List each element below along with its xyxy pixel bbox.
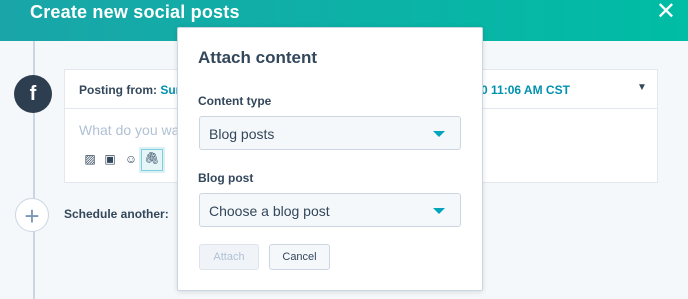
add-post-button[interactable]: + xyxy=(15,198,49,232)
chevron-down-icon[interactable]: ▼ xyxy=(637,82,647,93)
attach-content-modal: Attach content Content type Blog posts B… xyxy=(177,27,483,291)
content-type-label: Content type xyxy=(198,94,272,108)
video-icon[interactable]: ▣ xyxy=(102,151,118,167)
modal-title: Attach content xyxy=(198,48,317,67)
dropdown-arrow-icon xyxy=(433,208,445,214)
blog-post-placeholder: Choose a blog post xyxy=(209,203,330,219)
paperclip-icon[interactable]: 🖇 xyxy=(141,149,163,171)
content-type-value: Blog posts xyxy=(209,126,275,142)
emoji-icon[interactable]: ☺ xyxy=(123,151,139,167)
attach-button[interactable]: Attach xyxy=(199,244,259,270)
blog-post-select[interactable]: Choose a blog post xyxy=(199,193,461,227)
schedule-another-label: Schedule another: xyxy=(64,207,169,221)
post-text-input[interactable]: What do you wa xyxy=(79,122,179,138)
schedule-time[interactable]: 0 11:06 AM CST xyxy=(481,83,570,97)
cancel-button[interactable]: Cancel xyxy=(269,244,330,270)
dropdown-arrow-icon xyxy=(433,131,445,137)
blog-post-label: Blog post xyxy=(198,171,254,185)
posting-from-label: Posting from: xyxy=(79,83,157,97)
content-type-select[interactable]: Blog posts xyxy=(199,116,461,150)
page-title: Create new social posts xyxy=(30,2,240,22)
close-icon[interactable]: ✕ xyxy=(656,0,676,24)
posting-from: Posting from: Sun xyxy=(79,83,183,97)
facebook-icon: f xyxy=(14,75,52,113)
image-icon[interactable]: ▨ xyxy=(82,151,98,167)
